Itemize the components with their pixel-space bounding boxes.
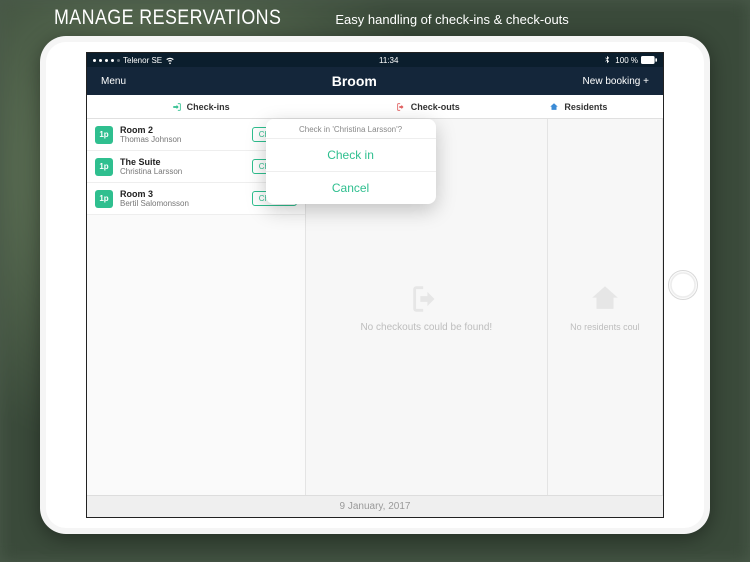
- status-left: Telenor SE: [93, 55, 175, 65]
- home-button[interactable]: [668, 270, 698, 300]
- popover-title: Check in 'Christina Larsson'?: [266, 119, 436, 138]
- tab-checkouts[interactable]: Check-outs: [314, 95, 541, 118]
- tab-checkins-label: Check-ins: [187, 102, 230, 112]
- marketing-header: MANAGE RESERVATIONS Easy handling of che…: [54, 6, 569, 30]
- tab-residents-label: Residents: [564, 102, 607, 112]
- tab-checkins[interactable]: Check-ins: [87, 95, 314, 118]
- app-title: Broom: [332, 73, 377, 89]
- bluetooth-icon: [602, 55, 612, 65]
- battery-label: 100 %: [615, 56, 638, 65]
- carrier-label: Telenor SE: [123, 56, 162, 65]
- nav-bar: Menu Broom New booking +: [87, 67, 663, 95]
- resident-icon: [549, 102, 559, 112]
- status-time: 11:34: [379, 56, 398, 65]
- tab-bar: Check-ins Check-outs Residents: [87, 95, 663, 119]
- popover-cancel-button[interactable]: Cancel: [266, 171, 436, 204]
- ipad-frame: Telenor SE 11:34 100 % Menu Broom New bo…: [40, 36, 710, 534]
- footer-date: 9 January, 2017: [340, 501, 411, 512]
- checkout-icon: [396, 102, 406, 112]
- tab-checkouts-label: Check-outs: [411, 102, 460, 112]
- popover-confirm-button[interactable]: Check in: [266, 138, 436, 171]
- new-booking-button[interactable]: New booking +: [583, 76, 649, 87]
- wifi-icon: [165, 55, 175, 65]
- checkin-popover: Check in 'Christina Larsson'? Check in C…: [266, 119, 436, 204]
- footer-bar: 9 January, 2017: [87, 495, 663, 517]
- battery-icon: [641, 56, 657, 64]
- marketing-title: MANAGE RESERVATIONS: [54, 6, 281, 30]
- content-area: 1p Room 2 Thomas Johnson Check in 1p The…: [87, 119, 663, 495]
- checkin-icon: [172, 102, 182, 112]
- status-bar: Telenor SE 11:34 100 %: [87, 53, 663, 67]
- app-screen: Telenor SE 11:34 100 % Menu Broom New bo…: [86, 52, 664, 518]
- modal-overlay[interactable]: Check in 'Christina Larsson'? Check in C…: [87, 119, 663, 495]
- menu-button[interactable]: Menu: [101, 76, 126, 87]
- tab-residents[interactable]: Residents: [541, 95, 663, 118]
- status-right: 100 %: [602, 55, 657, 65]
- marketing-subtitle: Easy handling of check-ins & check-outs: [335, 12, 568, 27]
